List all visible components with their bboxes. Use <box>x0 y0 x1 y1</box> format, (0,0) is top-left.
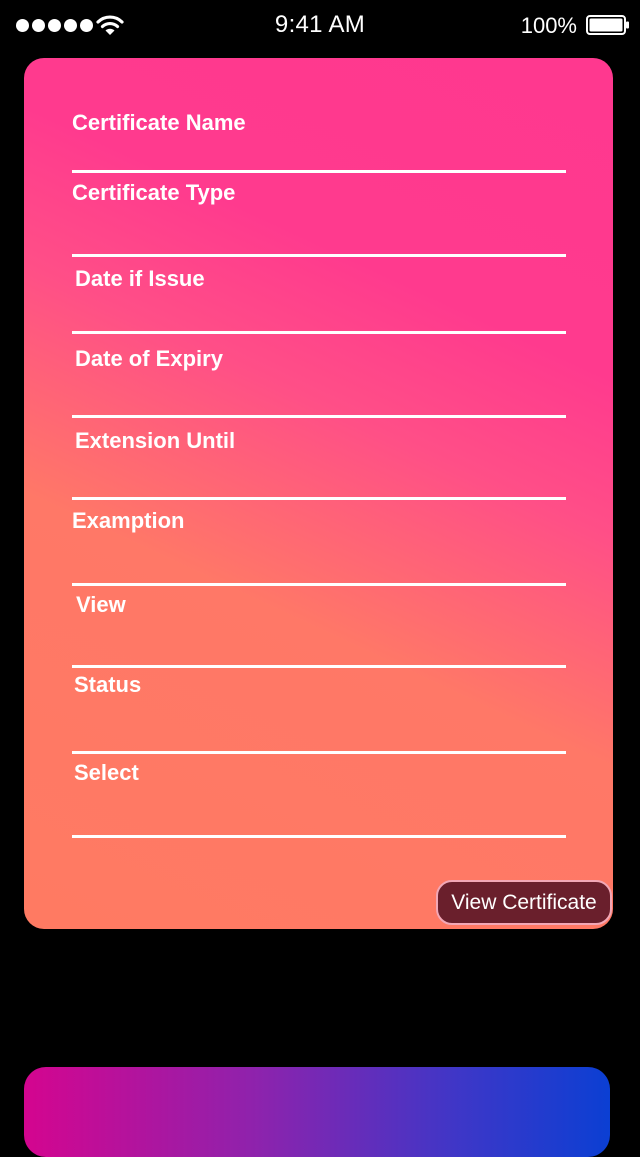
field-label: Extension Until <box>75 428 236 453</box>
field-extension-until[interactable]: Extension Until <box>72 428 566 502</box>
field-certificate-name[interactable]: Certificate Name <box>72 110 566 174</box>
field-underline <box>72 497 566 500</box>
certificate-card: Certificate Name Certificate Type Date i… <box>24 58 613 929</box>
field-view[interactable]: View <box>72 592 566 672</box>
field-date-of-expiry[interactable]: Date of Expiry <box>72 346 566 420</box>
field-underline <box>72 415 566 418</box>
field-label: Examption <box>72 508 185 533</box>
field-underline <box>72 665 566 668</box>
field-underline <box>72 751 566 754</box>
field-certificate-type[interactable]: Certificate Type <box>72 180 566 258</box>
field-label: View <box>76 592 126 617</box>
battery-icon <box>586 15 629 35</box>
field-underline <box>72 331 566 334</box>
field-underline <box>72 254 566 257</box>
field-label: Certificate Type <box>72 180 236 205</box>
view-certificate-button[interactable]: View Certificate <box>436 880 612 925</box>
battery-percent: 100% <box>520 13 577 38</box>
field-label: Date if Issue <box>75 266 205 291</box>
field-date-of-issue[interactable]: Date if Issue <box>72 266 566 336</box>
status-bar: 9:41 AM 100% <box>0 0 640 52</box>
field-label: Select <box>74 760 139 785</box>
field-status[interactable]: Status <box>72 672 566 758</box>
field-underline <box>72 583 566 586</box>
next-card[interactable] <box>24 1067 610 1157</box>
field-select[interactable]: Select <box>72 760 566 842</box>
field-label: Date of Expiry <box>75 346 223 371</box>
field-label: Status <box>74 672 142 697</box>
field-examption[interactable]: Examption <box>72 508 566 588</box>
field-underline <box>72 835 566 838</box>
field-label: Certificate Name <box>72 110 246 135</box>
field-underline <box>72 170 566 173</box>
